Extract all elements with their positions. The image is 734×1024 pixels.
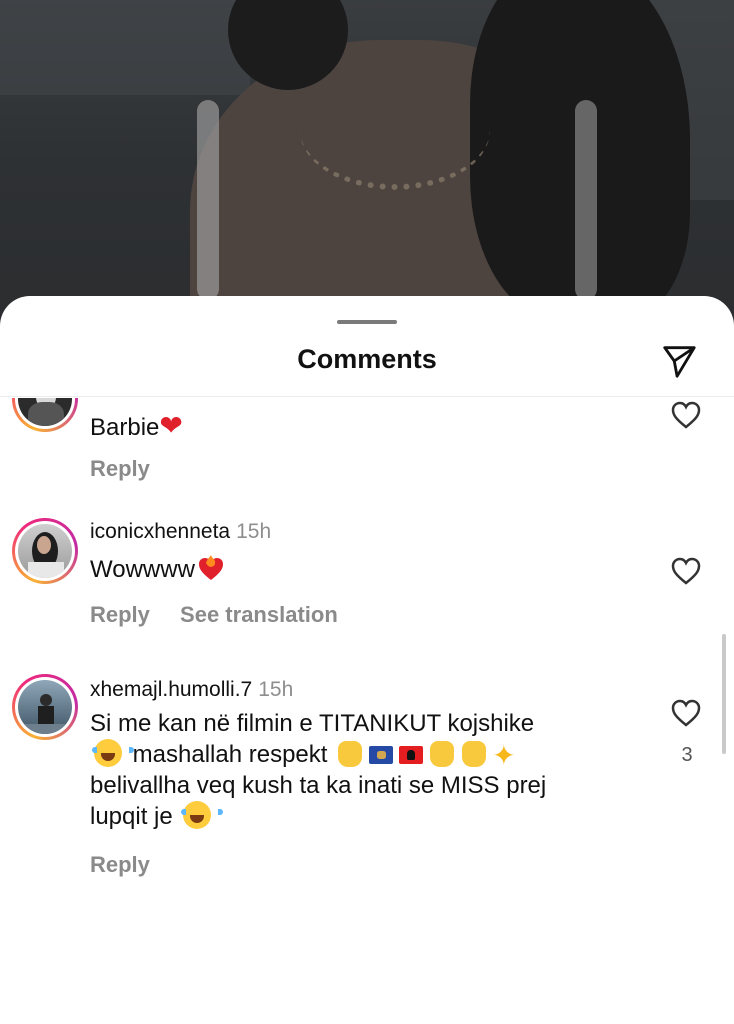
comment-actions: Reply [90,456,174,482]
paper-plane-icon[interactable] [660,342,698,380]
victory-hand-icon [430,741,455,767]
reply-button[interactable]: Reply [90,456,150,481]
laughing-tears-icon [92,739,134,767]
reply-button[interactable]: Reply [90,602,150,627]
clapping-hands-icon [338,741,363,767]
drag-handle[interactable] [337,320,397,324]
comments-list[interactable]: Barbie❤ Reply iconicxhenneta 15h Wowwww … [0,398,734,1024]
like-count: 3 [681,744,693,766]
comment-actions: Reply See translation [90,602,362,628]
heart-outline-icon[interactable] [670,698,702,728]
glowing-star-icon: ✦ [492,740,516,771]
see-translation-button[interactable]: See translation [180,602,338,627]
sheet-title: Comments [297,344,437,374]
albania-flag-icon [399,746,424,764]
comment-time: 15h [236,520,272,543]
ok-hand-icon [462,741,487,767]
heart-on-fire-icon [197,555,225,581]
comment-time: 15h [258,678,294,701]
comment-text: Wowwww [90,554,650,585]
avatar[interactable] [12,674,78,740]
avatar[interactable] [12,398,78,432]
red-heart-icon: ❤ [159,410,183,441]
comment-actions: Reply [90,852,174,878]
kosovo-flag-icon [369,746,394,764]
scrollbar[interactable] [722,634,726,754]
comment-text: Si me kan në filmin e TITANIKUT kojshike… [90,710,547,830]
comment-username[interactable]: iconicxhenneta 15h [90,520,271,544]
heart-outline-icon[interactable] [670,400,702,430]
avatar[interactable] [12,518,78,584]
laughing-tears-icon [181,801,224,829]
comments-sheet: Comments Barbie❤ Reply iconicxhenneta 15… [0,296,734,1024]
reply-button[interactable]: Reply [90,852,150,877]
comment-text: Barbie❤ [90,410,183,442]
heart-outline-icon[interactable] [670,556,702,586]
header-divider [0,396,734,397]
comment-username[interactable]: xhemajl.humolli.7 15h [90,678,293,702]
